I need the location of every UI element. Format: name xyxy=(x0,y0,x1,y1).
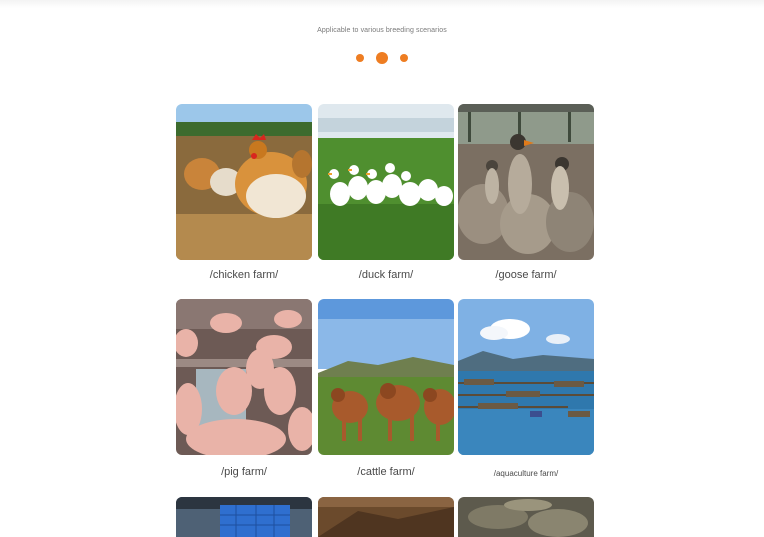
pig-farm-image[interactable] xyxy=(176,299,312,455)
top-fade xyxy=(0,0,764,8)
farm-label: /aquaculture farm/ xyxy=(493,469,559,478)
carousel-dot[interactable] xyxy=(400,54,408,62)
aquaculture-farm-image[interactable] xyxy=(458,299,594,455)
farm-label: /duck farm/ xyxy=(358,269,414,281)
farm-label: /chicken farm/ xyxy=(209,269,279,281)
carousel-dot[interactable] xyxy=(356,54,364,62)
carousel-dots xyxy=(0,52,764,64)
goose-farm-image[interactable] xyxy=(458,104,594,260)
farm-image-partial[interactable] xyxy=(458,497,594,537)
farm-image-partial[interactable] xyxy=(176,497,312,537)
farm-label: /cattle farm/ xyxy=(357,466,415,478)
cattle-farm-image[interactable] xyxy=(318,299,454,455)
carousel-dot-active[interactable] xyxy=(376,52,388,64)
farm-label: /pig farm/ xyxy=(221,466,267,478)
section-subtitle: Applicable to various breeding scenarios xyxy=(317,27,447,34)
farm-image-partial[interactable] xyxy=(318,497,454,537)
farm-label: /goose farm/ xyxy=(495,269,557,281)
chicken-farm-image[interactable] xyxy=(176,104,312,260)
duck-farm-image[interactable] xyxy=(318,104,454,260)
